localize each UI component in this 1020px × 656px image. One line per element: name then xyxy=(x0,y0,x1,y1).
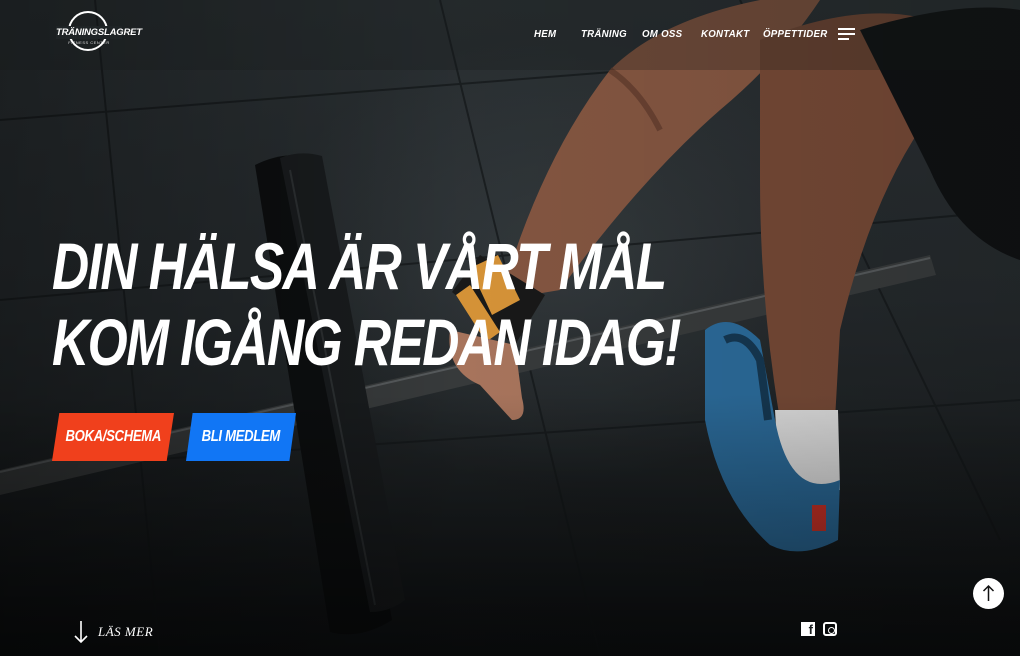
back-to-top-button[interactable] xyxy=(973,578,1004,609)
logo-subtext: FITNESS CENTER xyxy=(68,40,110,45)
logo-text: TRÄNINGSLAGRET xyxy=(56,26,142,39)
hamburger-menu-icon[interactable] xyxy=(838,27,856,41)
become-member-label: BLI MEDLEM xyxy=(201,428,281,445)
brand-logo[interactable]: TRÄNINGSLAGRET FITNESS CENTER xyxy=(56,10,142,60)
book-schedule-button[interactable]: BOKA/SCHEMA xyxy=(52,413,174,461)
read-more-link[interactable]: LÄS MER xyxy=(74,620,153,644)
nav-item-traning[interactable]: TRÄNING xyxy=(581,28,627,40)
hero-headline: DIN HÄLSA ÄR VÅRT MÅL KOM IGÅNG REDAN ID… xyxy=(52,228,681,380)
instagram-icon[interactable] xyxy=(823,622,837,636)
arrow-up-icon xyxy=(982,584,995,601)
facebook-icon[interactable]: f xyxy=(801,622,815,637)
book-schedule-label: BOKA/SCHEMA xyxy=(65,428,161,445)
site-header: TRÄNINGSLAGRET FITNESS CENTER HEM TRÄNIN… xyxy=(0,0,1020,70)
become-member-button[interactable]: BLI MEDLEM xyxy=(186,413,296,461)
nav-item-oppettider[interactable]: ÖPPETTIDER xyxy=(763,28,827,40)
nav-item-om-oss[interactable]: OM OSS xyxy=(642,28,682,40)
arrow-down-icon xyxy=(74,621,88,644)
read-more-label: LÄS MER xyxy=(98,624,154,639)
headline-line-2: KOM IGÅNG REDAN IDAG! xyxy=(52,305,681,379)
nav-item-kontakt[interactable]: KONTAKT xyxy=(701,28,749,40)
nav-item-hem[interactable]: HEM xyxy=(534,28,556,40)
headline-line-1: DIN HÄLSA ÄR VÅRT MÅL xyxy=(52,229,667,303)
